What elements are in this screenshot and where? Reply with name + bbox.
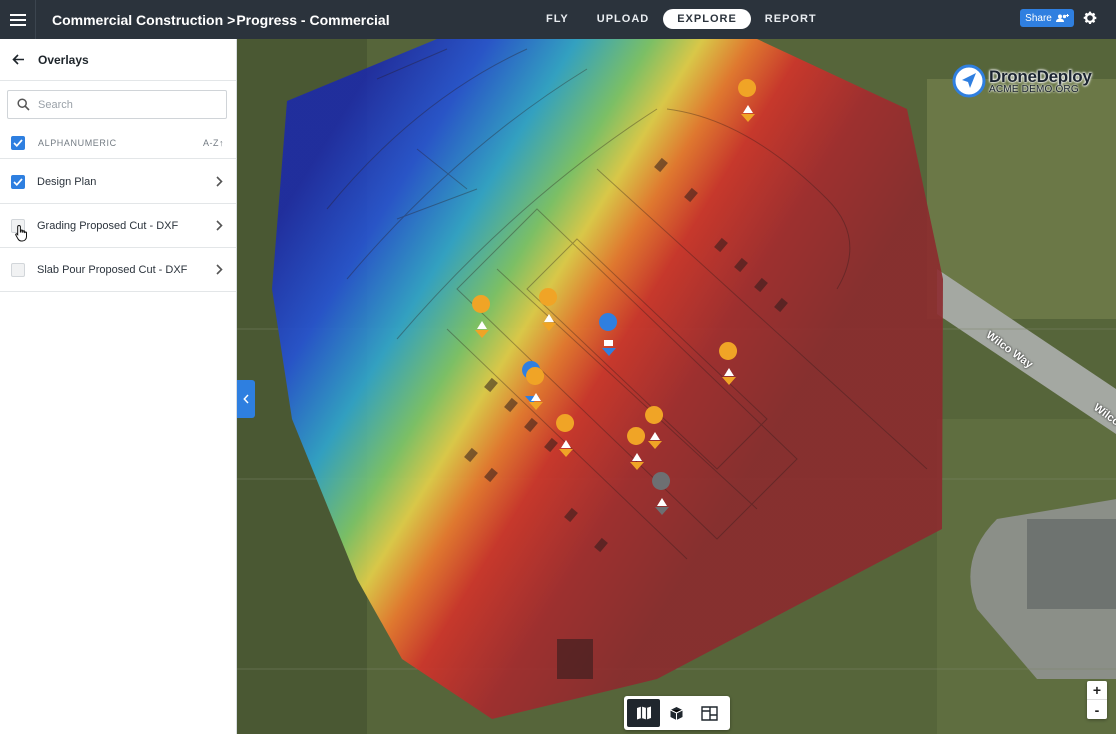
dronedeploy-logo: DroneDeploy ACME DEMO.ORG bbox=[952, 64, 1092, 98]
breadcrumb: Commercial Construction >Progress - Comme… bbox=[52, 12, 390, 28]
logo-subtitle: ACME DEMO.ORG bbox=[989, 83, 1079, 95]
view-mode-toggle bbox=[624, 696, 730, 730]
chevron-right-icon bbox=[216, 264, 223, 275]
zoom-in-button[interactable]: + bbox=[1087, 681, 1107, 700]
sort-order-toggle[interactable]: A-Z↑ bbox=[203, 138, 224, 148]
zoom-controls: + - bbox=[1087, 681, 1107, 719]
share-label: Share bbox=[1025, 12, 1052, 24]
overlay-checkbox[interactable] bbox=[11, 218, 25, 233]
overlay-checkbox[interactable] bbox=[11, 174, 25, 189]
top-bar: Commercial Construction >Progress - Comme… bbox=[0, 0, 1116, 39]
hamburger-icon bbox=[9, 13, 26, 26]
back-button[interactable] bbox=[0, 39, 36, 81]
dronedeploy-logo-icon bbox=[952, 64, 986, 98]
add-people-icon bbox=[1055, 13, 1069, 22]
breadcrumb-project[interactable]: Commercial Construction bbox=[52, 12, 223, 28]
panel-header: Overlays bbox=[0, 39, 236, 81]
sort-order-label: A-Z bbox=[203, 137, 219, 148]
tab-upload[interactable]: UPLOAD bbox=[583, 9, 663, 29]
tab-fly[interactable]: FLY bbox=[532, 9, 583, 29]
checkmark-icon bbox=[13, 177, 23, 186]
search-input[interactable] bbox=[38, 98, 208, 111]
overlay-label: Grading Proposed Cut - DXF bbox=[37, 219, 179, 232]
hamburger-menu-button[interactable] bbox=[0, 0, 36, 39]
arrow-up-icon: ↑ bbox=[219, 137, 224, 148]
breadcrumb-separator: > bbox=[227, 11, 236, 28]
overlay-checkbox[interactable] bbox=[11, 262, 25, 277]
chevron-right-icon bbox=[216, 220, 223, 231]
breadcrumb-page: Progress - Commercial bbox=[236, 11, 390, 28]
map-imagery bbox=[237, 39, 1116, 734]
panel-title: Overlays bbox=[38, 52, 89, 67]
map-icon bbox=[636, 706, 651, 720]
checkmark-icon bbox=[13, 138, 23, 147]
sort-row: ALPHANUMERIC A-Z↑ bbox=[0, 127, 236, 159]
chevron-left-icon bbox=[243, 394, 249, 404]
gear-icon[interactable] bbox=[1082, 10, 1098, 26]
sort-label: ALPHANUMERIC bbox=[38, 137, 117, 148]
layout-icon bbox=[701, 705, 718, 721]
map-canvas[interactable]: Wilco Way Wilco bbox=[237, 39, 1116, 734]
overlay-item[interactable]: Slab Pour Proposed Cut - DXF bbox=[0, 248, 236, 292]
share-button[interactable]: Share bbox=[1020, 9, 1074, 27]
search-icon bbox=[17, 98, 30, 111]
3d-view-button[interactable] bbox=[660, 699, 693, 727]
collapse-panel-button[interactable] bbox=[237, 380, 255, 418]
overlay-label: Slab Pour Proposed Cut - DXF bbox=[37, 263, 188, 276]
cube-icon bbox=[670, 706, 683, 720]
arrow-left-icon bbox=[11, 54, 24, 65]
overlays-panel: Overlays ALPHANUMERIC A-Z↑ Design Plan G… bbox=[0, 39, 237, 734]
overlay-item[interactable]: Design Plan bbox=[0, 160, 236, 204]
select-all-checkbox[interactable] bbox=[11, 135, 25, 150]
logo-name: DroneDeploy bbox=[989, 66, 1092, 86]
map-view-button[interactable] bbox=[627, 699, 660, 727]
main-nav: FLY UPLOAD EXPLORE REPORT bbox=[532, 9, 831, 29]
tab-report[interactable]: REPORT bbox=[751, 9, 831, 29]
tab-explore[interactable]: EXPLORE bbox=[663, 9, 751, 29]
overlay-label: Design Plan bbox=[37, 175, 97, 188]
chevron-right-icon bbox=[216, 176, 223, 187]
overlay-item[interactable]: Grading Proposed Cut - DXF bbox=[0, 204, 236, 248]
plan-view-button[interactable] bbox=[693, 699, 726, 727]
search-box[interactable] bbox=[7, 90, 227, 119]
zoom-out-button[interactable]: - bbox=[1087, 700, 1107, 719]
